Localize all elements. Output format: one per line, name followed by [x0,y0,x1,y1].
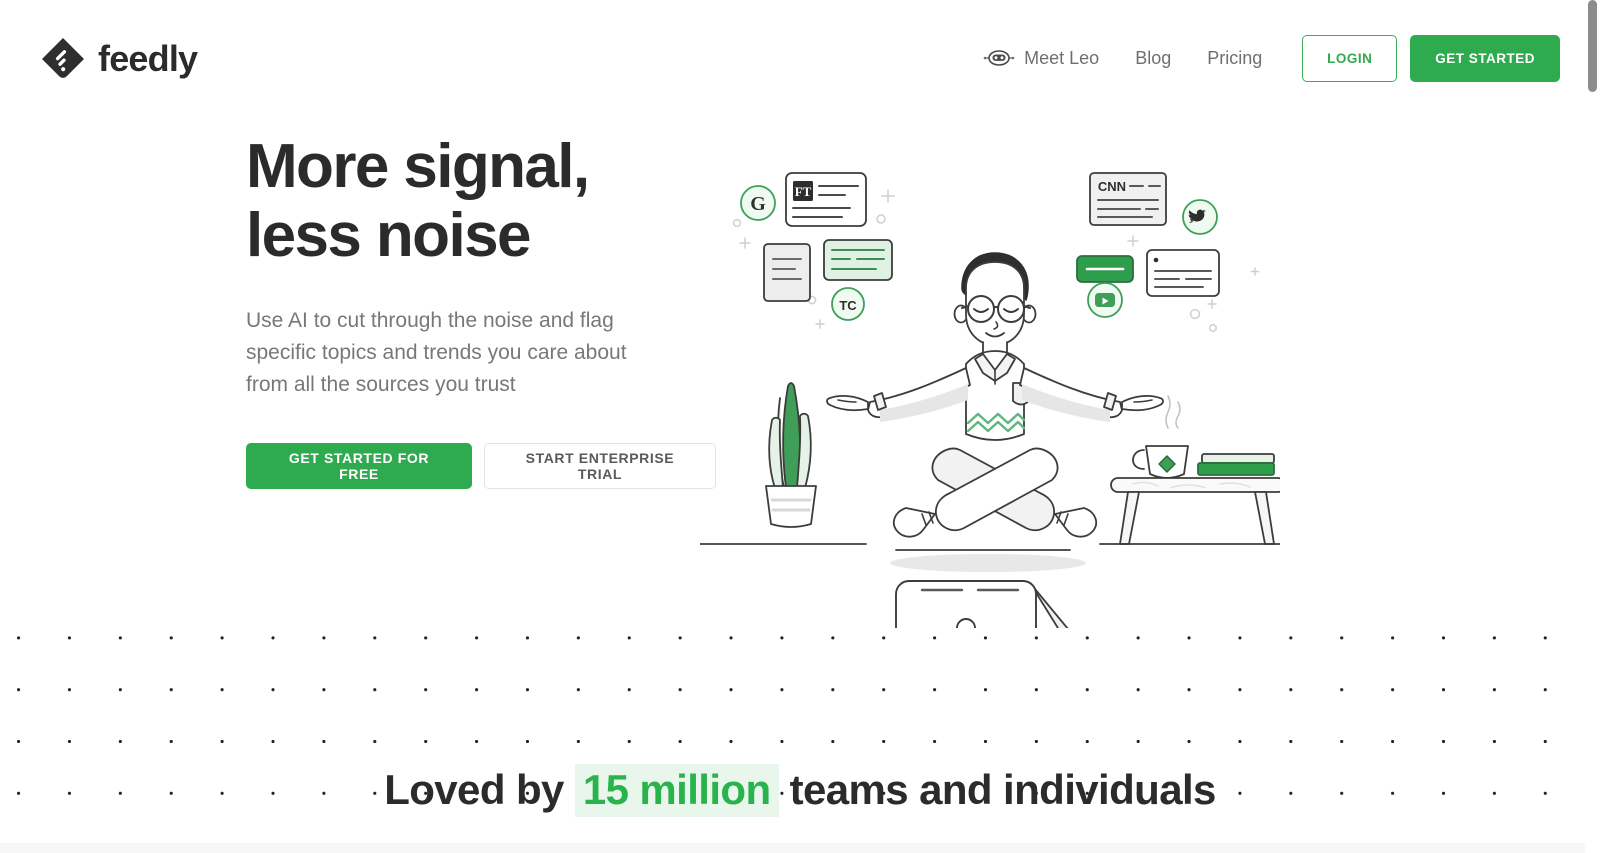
feedly-diamond-logo-icon [40,36,86,82]
svg-text:TC: TC [839,298,857,313]
start-enterprise-trial-button[interactable]: START ENTERPRISE TRIAL [483,442,716,489]
svg-text:G: G [750,193,766,215]
page-scrollbar-track[interactable] [1585,0,1600,853]
hero-illustration: G FT TC CNN [700,128,1280,628]
dot-grid-background [0,596,1600,853]
site-header: feedly Meet Leo Blog Pricing LOGIN GET S… [0,0,1600,118]
page-bottom-band [0,843,1600,853]
social-proof-banner: Loved by 15 million teams and individual… [0,764,1600,817]
get-started-button[interactable]: GET STARTED [1410,34,1560,82]
leo-robot-icon [983,48,1015,68]
feedly-landing-page: feedly Meet Leo Blog Pricing LOGIN GET S… [0,0,1600,853]
nav-item-meet-leo-label: Meet Leo [1024,47,1100,68]
svg-text:FT: FT [795,184,812,199]
hero-cta-group: GET STARTED FOR FREE START ENTERPRISE TR… [246,442,716,489]
feedly-logo[interactable]: feedly [40,36,198,82]
social-proof-suffix: teams and individuals [778,766,1217,813]
social-proof-prefix: Loved by [384,766,575,813]
nav-item-pricing[interactable]: Pricing [1189,48,1280,69]
svg-text:CNN: CNN [1098,179,1126,194]
hero-section: More signal, less noise Use AI to cut th… [246,132,716,489]
nav-item-meet-leo[interactable]: Meet Leo [965,48,1117,69]
get-started-for-free-button[interactable]: GET STARTED FOR FREE [246,442,472,489]
hero-subtitle: Use AI to cut through the noise and flag… [246,308,627,396]
social-proof-highlight: 15 million [574,764,779,817]
nav-item-blog-label: Blog [1135,47,1172,68]
nav-item-blog[interactable]: Blog [1117,48,1189,69]
hero-headline: More signal, less noise [246,132,590,271]
nav-item-pricing-label: Pricing [1207,47,1263,68]
feedly-wordmark: feedly [98,38,198,79]
primary-navigation: Meet Leo Blog Pricing LOGIN GET STARTED [965,33,1560,83]
login-button[interactable]: LOGIN [1302,34,1398,82]
page-scrollbar-thumb[interactable] [1588,0,1597,92]
